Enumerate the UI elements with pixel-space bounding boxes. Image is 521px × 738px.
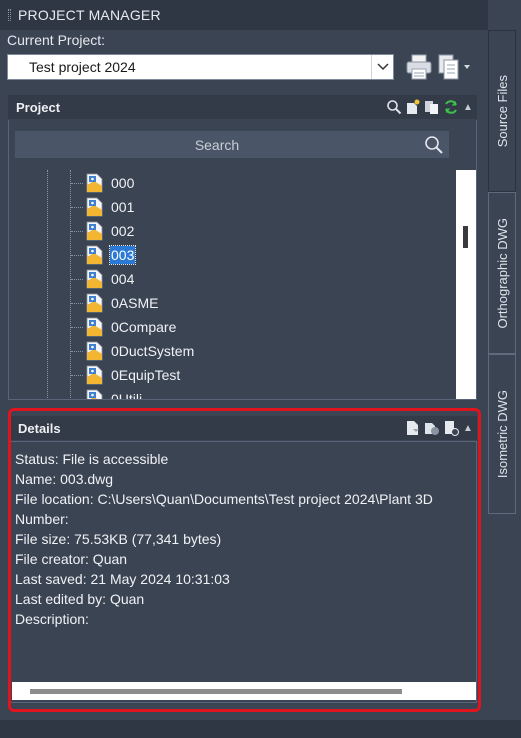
tab-label: Source Files — [494, 74, 510, 148]
project-tree[interactable]: Search 000 001 002 003 004 0ASME 0Compare 0Duct… — [8, 120, 477, 400]
publish-dropdown-button[interactable] — [434, 52, 474, 82]
highlight-box — [8, 408, 481, 712]
tab-orthographic-dwg[interactable]: Orthographic DWG — [488, 192, 516, 354]
copy-files-icon[interactable] — [423, 98, 441, 116]
current-project-dropdown[interactable]: Test project 2024 — [7, 54, 394, 80]
vertical-scrollbar[interactable] — [456, 170, 476, 399]
tree-item[interactable]: 0Compare — [71, 316, 177, 338]
search-icon[interactable] — [419, 135, 449, 155]
tree-connector — [71, 206, 83, 208]
tree-item-label: 0Utili — [111, 391, 143, 400]
collapse-icon[interactable]: ▲ — [461, 98, 475, 116]
drawing-file-icon — [86, 221, 103, 241]
current-project-value: Test project 2024 — [29, 59, 136, 75]
tree-connector — [71, 254, 83, 256]
tree-item[interactable]: 000 — [71, 172, 135, 194]
title-bar[interactable]: PROJECT MANAGER — [0, 0, 488, 30]
project-section-title: Project — [16, 99, 61, 115]
search-input[interactable]: Search — [15, 131, 449, 158]
document-stack-icon — [438, 54, 459, 80]
tab-source-files[interactable]: Source Files — [488, 30, 516, 192]
tab-isometric-dwg[interactable]: Isometric DWG — [488, 354, 516, 514]
tree-item-label: 0DuctSystem — [111, 343, 195, 359]
tree-item[interactable]: 0ASME — [71, 292, 159, 314]
tree-item-label: 000 — [111, 175, 135, 191]
drawing-file-icon — [86, 365, 103, 385]
tree-item-label: 0EquipTest — [111, 367, 181, 383]
tree-connector — [71, 278, 83, 280]
tab-label: Orthographic DWG — [494, 217, 510, 329]
tree-item[interactable]: 0DuctSystem — [71, 340, 195, 362]
scrollbar-thumb[interactable] — [463, 226, 468, 248]
tree-item-label: 003 — [108, 245, 137, 265]
drag-grip-icon[interactable] — [8, 9, 11, 21]
panel-bottom-edge — [0, 720, 521, 738]
search-placeholder: Search — [194, 136, 240, 153]
drawing-file-icon — [86, 389, 103, 399]
refresh-icon[interactable] — [442, 98, 460, 116]
tree-connector — [71, 398, 83, 399]
tab-label: Isometric DWG — [494, 389, 510, 479]
project-section-header[interactable]: Project ▲ — [8, 95, 477, 119]
panel-title: PROJECT MANAGER — [18, 7, 161, 23]
current-project-label: Current Project: — [7, 32, 106, 48]
printer-icon — [406, 54, 432, 80]
drawing-file-icon — [86, 341, 103, 361]
drawing-file-icon — [86, 173, 103, 193]
tree-item[interactable]: 003 — [71, 244, 137, 266]
find-icon[interactable] — [385, 98, 403, 116]
new-file-icon[interactable] — [404, 98, 422, 116]
tree-guide-line — [47, 170, 48, 399]
tree-item-label: 0ASME — [111, 295, 159, 311]
tree-connector — [71, 374, 83, 376]
tree-connector — [71, 182, 83, 184]
drawing-file-icon — [86, 293, 103, 313]
tree-item-label: 002 — [111, 223, 135, 239]
tree-connector — [71, 350, 83, 352]
drawing-file-icon — [86, 269, 103, 289]
tree-connector — [71, 302, 83, 304]
tree-item[interactable]: 001 — [71, 196, 135, 218]
drawing-file-icon — [86, 197, 103, 217]
tree-item[interactable]: 0Utili — [71, 388, 143, 400]
chevron-down-icon[interactable] — [371, 55, 393, 79]
tree-item[interactable]: 004 — [71, 268, 135, 290]
tree-item-label: 0Compare — [111, 319, 177, 335]
print-button[interactable] — [404, 52, 434, 82]
tree-connector — [71, 230, 83, 232]
tree-item[interactable]: 0EquipTest — [71, 364, 181, 386]
tree-connector — [71, 326, 83, 328]
tree-item-label: 004 — [111, 271, 135, 287]
tree-item-label: 001 — [111, 199, 135, 215]
drawing-file-icon — [86, 245, 103, 265]
caret-down-icon — [464, 65, 470, 69]
drawing-file-icon — [86, 317, 103, 337]
tree-item[interactable]: 002 — [71, 220, 135, 242]
